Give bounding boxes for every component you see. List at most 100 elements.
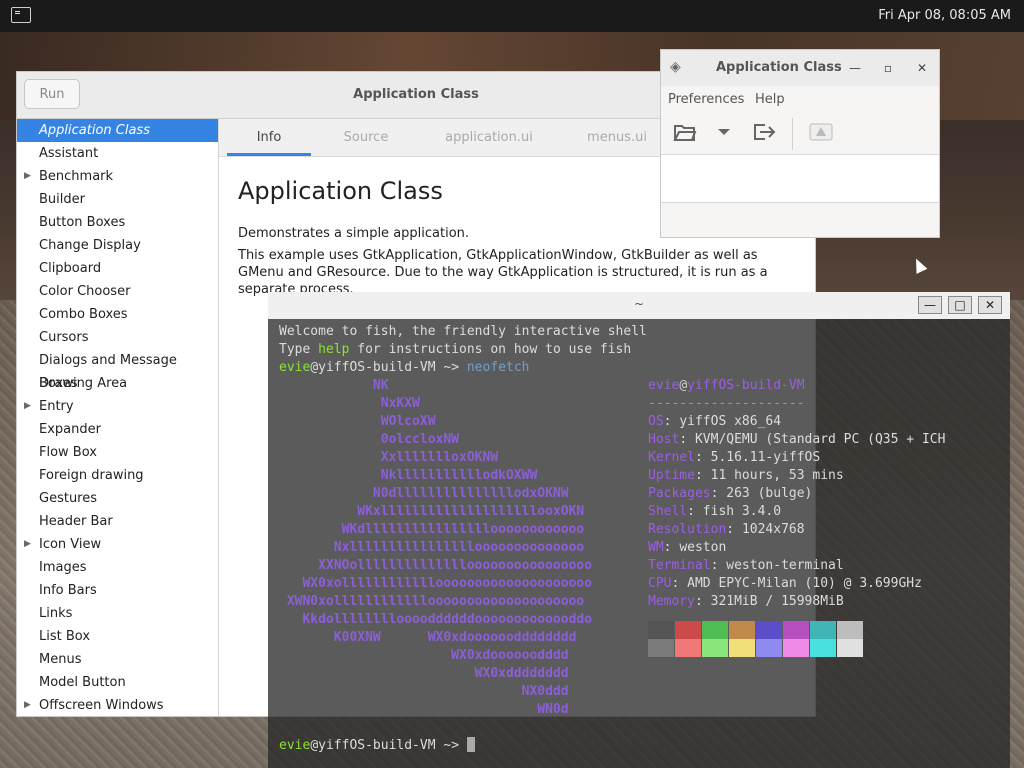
info-line: Uptime: 11 hours, 53 mins (648, 468, 844, 483)
sidebar-item-label: Menus (39, 652, 82, 667)
sidebar-item-label: Header Bar (39, 514, 113, 529)
menu-help[interactable]: Help (755, 92, 785, 107)
sidebar-item[interactable]: Info Bars (17, 579, 218, 602)
info-line: WM: weston (648, 540, 727, 555)
panel-clock: Fri Apr 08, 08:05 AM (878, 8, 1011, 23)
minimize-icon[interactable]: — (918, 296, 942, 314)
color-swatch (648, 621, 674, 639)
welcome-line-2: Type help for instructions on how to use… (279, 342, 632, 357)
logo-line: NK (279, 378, 389, 393)
expander-arrow-icon[interactable]: ▶ (24, 694, 31, 716)
close-icon[interactable]: ✕ (978, 296, 1002, 314)
logo-line: NklllllllllllodkOXWW (279, 468, 538, 483)
close-icon[interactable]: ✕ (912, 58, 932, 78)
sidebar-item-label: Model Button (39, 675, 126, 690)
logo-line: WN0d (279, 702, 569, 717)
tab-application-ui[interactable]: application.ui (437, 119, 541, 156)
logo-line: 0olccloxNW (279, 432, 460, 447)
info-line: Terminal: weston-terminal (648, 558, 844, 573)
color-swatch (702, 639, 728, 657)
mouse-pointer (910, 256, 928, 274)
logo-line: Nxlllllllllllllllloooooooooooooo (279, 540, 585, 555)
sidebar-item[interactable]: ▶ Benchmark (17, 165, 218, 188)
sidebar-item-label: Button Boxes (39, 215, 126, 230)
sidebar-item[interactable]: List Box (17, 625, 218, 648)
quit-icon[interactable] (752, 122, 778, 144)
sidebar-item[interactable]: Clipboard (17, 257, 218, 280)
info-title: evie@yiffOS-build-VM (648, 378, 805, 393)
sidebar-item[interactable]: Change Display (17, 234, 218, 257)
sidebar-item[interactable]: Foreign drawing (17, 464, 218, 487)
sidebar-item[interactable]: Gestures (17, 487, 218, 510)
terminal-launcher-icon[interactable] (11, 7, 31, 23)
app-titlebar: ◈ Application Class — ▫ ✕ (661, 50, 939, 86)
logo-line: WKdlllllllllllllllloooooooooooo (279, 522, 585, 537)
logo-line: Kkdollllllllooooddddddooooooooooooddo (279, 612, 593, 627)
sidebar-item-label: Images (39, 560, 87, 575)
sidebar-item[interactable]: Builder (17, 188, 218, 211)
sidebar-item[interactable]: Links (17, 602, 218, 625)
sidebar-item-label: Color Chooser (39, 284, 131, 299)
sidebar-item[interactable]: Button Boxes (17, 211, 218, 234)
sidebar-item[interactable]: Assistant (17, 142, 218, 165)
color-swatch (675, 639, 701, 657)
sidebar-item-label: Gestures (39, 491, 98, 506)
menu-preferences[interactable]: Preferences (668, 92, 744, 107)
app-text-area[interactable] (661, 155, 939, 203)
toolbar-separator (792, 118, 793, 150)
logo-line: WX0xdddddddd (279, 666, 569, 681)
expander-arrow-icon[interactable]: ▶ (24, 165, 31, 188)
color-swatch (783, 639, 809, 657)
sidebar-item[interactable]: Application Class (17, 119, 218, 142)
warning-icon[interactable] (809, 122, 833, 144)
sidebar-item-label: Change Display (39, 238, 141, 253)
open-folder-icon[interactable] (673, 122, 697, 144)
color-swatch (810, 639, 836, 657)
sidebar-item[interactable]: Color Chooser (17, 280, 218, 303)
color-swatch (702, 621, 728, 639)
sidebar-item[interactable]: Images (17, 556, 218, 579)
sidebar-item[interactable]: Flow Box (17, 441, 218, 464)
sidebar-item[interactable]: ▶ Icon View (17, 533, 218, 556)
expander-arrow-icon[interactable]: ▶ (24, 395, 31, 418)
maximize-icon[interactable]: □ (948, 296, 972, 314)
sidebar-item[interactable]: Model Button (17, 671, 218, 694)
sidebar-item[interactable]: Header Bar (17, 510, 218, 533)
sidebar-item-label: Offscreen Windows (39, 698, 164, 713)
chevron-down-icon[interactable] (717, 122, 731, 144)
color-swatch (837, 639, 863, 657)
color-swatch (729, 621, 755, 639)
sidebar-item[interactable]: Cursors (17, 326, 218, 349)
app-toolbar (661, 112, 939, 155)
tab-info[interactable]: Info (227, 119, 311, 156)
color-swatch (783, 621, 809, 639)
sidebar-item[interactable]: Menus (17, 648, 218, 671)
sidebar-item-label: Info Bars (39, 583, 97, 598)
logo-line: N0dlllllllllllllllodxOKNW (279, 486, 569, 501)
logo-line: XWN0xolllllllllllloooooooooooooooooooo (279, 594, 585, 609)
terminal-titlebar: ~ — □ ✕ (268, 292, 1010, 319)
info-line: Host: KVM/QEMU (Standard PC (Q35 + ICH (648, 432, 946, 447)
sidebar-item[interactable]: Dialogs and Message Boxes (17, 349, 218, 391)
tab-source[interactable]: Source (323, 119, 409, 156)
expander-arrow-icon[interactable]: ▶ (24, 533, 31, 556)
minimize-icon[interactable]: — (845, 58, 865, 78)
sidebar-item-label: Combo Boxes (39, 307, 128, 322)
maximize-icon[interactable]: ▫ (878, 58, 898, 78)
info-line: Shell: fish 3.4.0 (648, 504, 782, 519)
sidebar-item-label: Cursors (39, 330, 89, 345)
color-swatch (675, 621, 701, 639)
sidebar-item[interactable]: Drawing Area (17, 372, 218, 395)
sidebar-item-label: Clipboard (39, 261, 102, 276)
color-swatch (756, 621, 782, 639)
sidebar-item[interactable]: ▶ Offscreen Windows (17, 694, 218, 716)
app-window-title: Application Class (716, 60, 842, 75)
terminal-screen[interactable]: Welcome to fish, the friendly interactiv… (274, 319, 1004, 768)
logo-line: NxKXW (279, 396, 420, 411)
sidebar-item[interactable]: ▶ Entry (17, 395, 218, 418)
sidebar-item-label: Foreign drawing (39, 468, 144, 483)
sidebar-item[interactable]: Combo Boxes (17, 303, 218, 326)
demo-list-sidebar: Application Class Assistant ▶ Benchmark Buil… (17, 119, 219, 716)
terminal-title: ~ (633, 297, 645, 311)
sidebar-item[interactable]: Expander (17, 418, 218, 441)
